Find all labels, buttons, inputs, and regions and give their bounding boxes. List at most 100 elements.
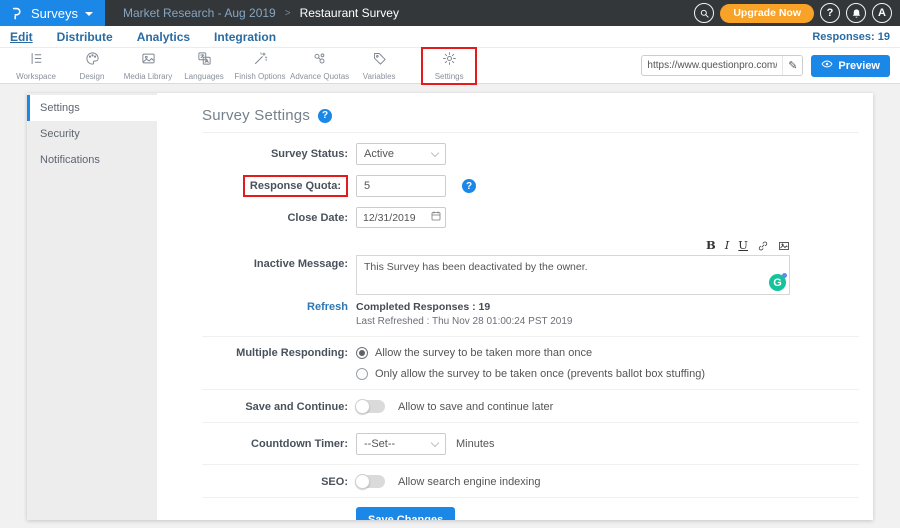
page-title-row: Survey Settings ? <box>202 93 859 124</box>
settings-main: Survey Settings ? Survey Status: Active … <box>157 93 873 520</box>
survey-status-select[interactable]: Active <box>356 143 446 165</box>
questionpro-app: Surveys Market Research - Aug 2019 > Res… <box>0 0 900 528</box>
seo-toggle[interactable] <box>356 475 385 488</box>
close-date-input[interactable] <box>357 212 427 224</box>
toolbar-item-design[interactable]: Design <box>64 50 120 82</box>
save-changes-button[interactable]: Save Changes <box>356 507 455 520</box>
toggle-knob <box>355 474 370 489</box>
inactive-message-textarea[interactable]: This Survey has been deactivated by the … <box>357 256 789 294</box>
toolbar-item-finish-options[interactable]: Finish Options <box>232 50 288 82</box>
title-help-icon[interactable]: ? <box>318 109 332 123</box>
toggle-knob <box>355 399 370 414</box>
toolbar-item-label: Variables <box>363 72 396 81</box>
underline-button[interactable]: U <box>738 240 748 252</box>
survey-url-input[interactable] <box>642 60 782 71</box>
divider <box>202 132 859 133</box>
radio-allow-once[interactable]: Only allow the survey to be taken once (… <box>356 368 705 380</box>
avatar[interactable]: A <box>872 3 892 23</box>
quota-help-icon[interactable]: ? <box>462 179 476 193</box>
breadcrumb-folder[interactable]: Market Research - Aug 2019 <box>123 6 276 20</box>
countdown-timer-label: Countdown Timer: <box>202 438 356 450</box>
chevron-down-icon <box>85 12 93 16</box>
workspace-icon <box>29 51 44 71</box>
inactive-message-editor: B I U This Survey has been deactivated b… <box>356 238 790 295</box>
toolbar-item-settings[interactable]: Settings <box>421 47 477 85</box>
questionpro-logo-icon <box>9 6 24 21</box>
sidebar-item-notifications[interactable]: Notifications <box>27 147 157 173</box>
chevron-down-icon <box>431 148 439 156</box>
tab-integration[interactable]: Integration <box>214 30 276 44</box>
countdown-timer-suffix: Minutes <box>456 438 495 450</box>
grammarly-icon[interactable]: G <box>769 274 786 291</box>
toolbar-item-label: Advance Quotas <box>290 72 349 81</box>
bell-icon <box>851 8 862 19</box>
breadcrumb: Market Research - Aug 2019 > Restaurant … <box>123 6 399 20</box>
chevron-down-icon <box>431 438 439 446</box>
survey-nav: Edit Distribute Analytics Integration Re… <box>0 26 900 48</box>
toolbar-item-media-library[interactable]: Media Library <box>120 50 176 82</box>
eye-icon <box>821 58 833 73</box>
toolbar-item-languages[interactable]: Languages <box>176 50 232 82</box>
radio-button-unchecked[interactable] <box>356 368 368 380</box>
finish-options-icon <box>253 51 268 71</box>
survey-status-label: Survey Status: <box>202 148 356 160</box>
calendar-icon <box>430 210 442 225</box>
countdown-timer-select[interactable]: --Set-- <box>356 433 446 455</box>
response-quota-input[interactable] <box>356 175 446 197</box>
divider <box>202 464 859 465</box>
seo-desc: Allow search engine indexing <box>398 476 540 488</box>
upgrade-now-button[interactable]: Upgrade Now <box>720 4 814 23</box>
topbar: Surveys Market Research - Aug 2019 > Res… <box>0 0 900 26</box>
radio-button-checked[interactable] <box>356 347 368 359</box>
countdown-timer-row: Countdown Timer: --Set-- Minutes <box>202 433 859 455</box>
notifications-button[interactable] <box>846 3 866 23</box>
pencil-icon: ✎ <box>788 59 797 72</box>
preview-label: Preview <box>838 60 880 72</box>
toolbar-item-advance-quotas[interactable]: Advance Quotas <box>288 50 351 82</box>
responses-count[interactable]: Responses: 19 <box>812 31 890 43</box>
toolbar-item-label: Workspace <box>16 72 56 81</box>
bold-button[interactable]: B <box>706 240 716 252</box>
countdown-timer-value: --Set-- <box>364 438 395 450</box>
save-and-continue-toggle[interactable] <box>356 400 385 413</box>
sidebar-item-settings[interactable]: Settings <box>27 95 157 121</box>
divider <box>202 389 859 390</box>
survey-url-box: ✎ <box>641 55 803 76</box>
divider <box>202 497 859 498</box>
refresh-link[interactable]: Refresh <box>202 301 356 313</box>
seo-label: SEO: <box>202 476 356 488</box>
close-date-row: Close Date: <box>202 207 859 228</box>
toolbar-item-label: Finish Options <box>234 72 285 81</box>
toolbar-item-label: Settings <box>435 72 464 81</box>
search-icon <box>699 8 710 19</box>
toolbar-item-workspace[interactable]: Workspace <box>8 50 64 82</box>
breadcrumb-survey: Restaurant Survey <box>300 6 399 20</box>
refresh-info: Completed Responses : 19 Last Refreshed … <box>356 301 572 327</box>
multiple-responding-options: Allow the survey to be taken more than o… <box>356 347 705 380</box>
image-icon[interactable] <box>778 240 790 252</box>
media-library-icon <box>141 51 156 71</box>
multiple-responding-row: Multiple Responding: Allow the survey to… <box>202 347 859 380</box>
sidebar-item-security[interactable]: Security <box>27 121 157 147</box>
link-icon[interactable] <box>757 240 769 252</box>
response-quota-label-wrap: Response Quota: <box>202 175 356 197</box>
help-button[interactable]: ? <box>820 3 840 23</box>
preview-button[interactable]: Preview <box>811 55 890 77</box>
tab-distribute[interactable]: Distribute <box>57 30 113 44</box>
toolbar-item-label: Media Library <box>124 72 172 81</box>
tab-edit[interactable]: Edit <box>10 30 33 44</box>
radio-allow-multiple[interactable]: Allow the survey to be taken more than o… <box>356 347 705 359</box>
calendar-button[interactable] <box>427 210 445 225</box>
close-date-label: Close Date: <box>202 212 356 224</box>
advance-quotas-icon <box>312 51 327 71</box>
multiple-responding-label: Multiple Responding: <box>202 347 356 359</box>
save-and-continue-row: Save and Continue: Allow to save and con… <box>202 400 859 413</box>
tab-analytics[interactable]: Analytics <box>137 30 190 44</box>
italic-button[interactable]: I <box>725 240 730 252</box>
toolbar-item-variables[interactable]: Variables <box>351 50 407 82</box>
surveys-menu[interactable]: Surveys <box>0 0 105 26</box>
divider <box>202 422 859 423</box>
edit-url-button[interactable]: ✎ <box>782 56 802 75</box>
nav-tabs: Edit Distribute Analytics Integration <box>10 30 276 44</box>
search-button[interactable] <box>694 3 714 23</box>
